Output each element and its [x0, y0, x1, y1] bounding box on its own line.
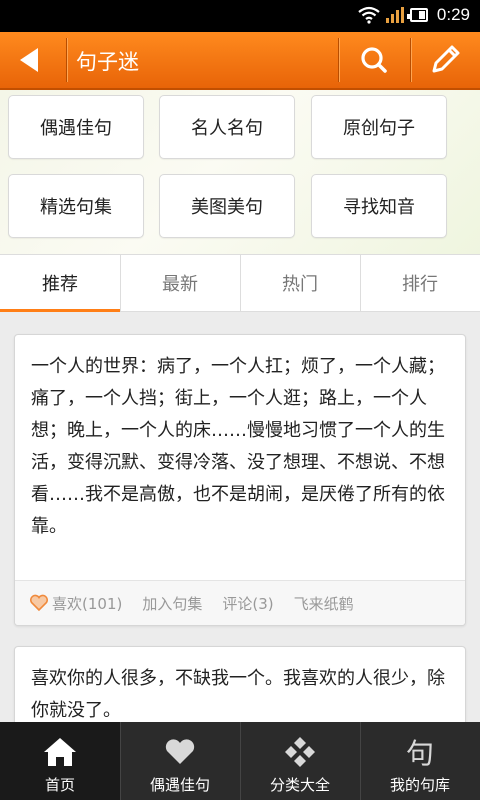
ju-character-icon: 句: [405, 737, 434, 770]
category-button[interactable]: 原创句子: [311, 95, 447, 159]
quote-text: 一个人的世界：病了，一个人扛；烦了，一个人藏；痛了，一个人挡；街上，一个人逛；路…: [31, 356, 445, 537]
bottom-nav: 首页 偶遇佳句 分类大全 句 我的句库: [0, 722, 480, 800]
nav-categories[interactable]: 分类大全: [240, 722, 360, 800]
nav-label: 我的句库: [389, 776, 450, 794]
tab-recommended[interactable]: 推荐: [0, 255, 120, 312]
tab-hot[interactable]: 热门: [240, 255, 360, 311]
tab-label: 最新: [162, 274, 198, 295]
like-button[interactable]: 喜欢(101): [29, 593, 122, 614]
title-divider: [338, 38, 339, 82]
collect-button[interactable]: 加入句集: [142, 593, 202, 614]
wifi-icon: [358, 6, 380, 24]
back-button[interactable]: [0, 32, 66, 88]
diamonds-icon: [285, 737, 315, 767]
nav-encounter[interactable]: 偶遇佳句: [120, 722, 240, 800]
tab-latest[interactable]: 最新: [120, 255, 240, 311]
nav-my-library[interactable]: 句 我的句库: [360, 722, 480, 800]
tab-active-indicator: [0, 309, 120, 312]
compose-button[interactable]: [412, 32, 480, 88]
like-label: 喜欢(101): [52, 594, 123, 613]
tab-label: 推荐: [42, 274, 78, 295]
category-grid: 偶遇佳句 名人名句 原创句子 精选句集 美图美句 寻找知音: [0, 90, 480, 254]
search-button[interactable]: [340, 32, 408, 88]
category-button[interactable]: 偶遇佳句: [8, 95, 144, 159]
share-button[interactable]: 飞来纸鹤: [294, 593, 354, 614]
category-button[interactable]: 名人名句: [159, 95, 295, 159]
nav-label: 首页: [44, 776, 75, 794]
category-button[interactable]: 美图美句: [159, 174, 295, 238]
home-icon: [44, 738, 76, 766]
signal-icon: [386, 7, 404, 23]
category-button[interactable]: 精选句集: [8, 174, 144, 238]
nav-label: 偶遇佳句: [149, 776, 210, 794]
title-divider: [410, 38, 411, 82]
title-bar: 句子迷: [0, 32, 480, 90]
heart-icon: [29, 594, 49, 612]
title-divider: [66, 38, 67, 82]
quote-card[interactable]: 一个人的世界：病了，一个人扛；烦了，一个人藏；痛了，一个人挡；街上，一个人逛；路…: [14, 334, 466, 626]
card-actions: 喜欢(101) 加入句集 评论(3) 飞来纸鹤: [15, 580, 465, 625]
tab-ranking[interactable]: 排行: [360, 255, 480, 311]
comment-button[interactable]: 评论(3): [222, 593, 273, 614]
tab-bar: 推荐 最新 热门 排行: [0, 254, 480, 312]
heart-icon: [165, 739, 195, 764]
tab-label: 热门: [282, 274, 318, 295]
page-title: 句子迷: [76, 50, 139, 74]
pencil-icon: [432, 45, 460, 73]
back-arrow-icon: [20, 48, 38, 72]
category-button[interactable]: 寻找知音: [311, 174, 447, 238]
search-icon: [361, 47, 387, 73]
quote-text: 喜欢你的人很多，不缺我一个。我喜欢的人很少，除你就没了。: [31, 668, 445, 721]
nav-home[interactable]: 首页: [0, 722, 120, 800]
status-bar: 0:29: [0, 0, 480, 32]
status-time: 0:29: [436, 5, 470, 24]
nav-label: 分类大全: [269, 776, 330, 794]
battery-icon: [407, 8, 428, 22]
tab-label: 排行: [402, 274, 438, 295]
